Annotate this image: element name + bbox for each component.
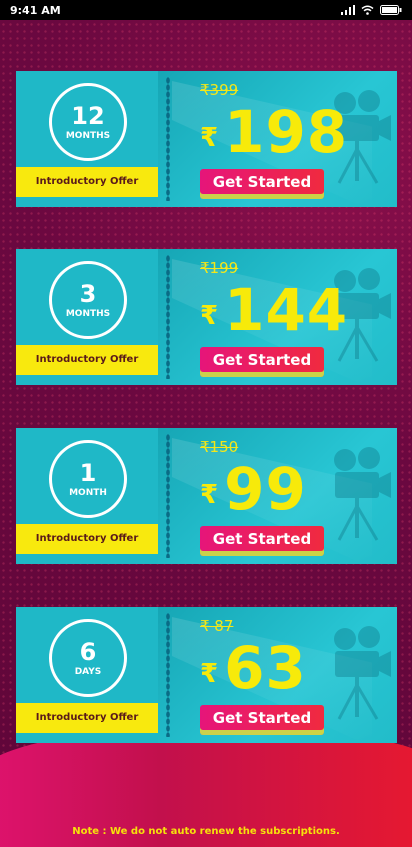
price-value: 99 (224, 455, 307, 523)
duration-number: 1 (79, 458, 97, 487)
original-price: ₹150 (200, 438, 239, 456)
plan-duration-panel: 3 MONTHS Introductory Offer (16, 249, 158, 385)
plan-price-panel: ₹199 ₹ 144 Get Started (158, 249, 397, 385)
duration-unit: DAYS (74, 666, 102, 677)
duration-badge: 12 MONTHS (49, 83, 127, 161)
plan-duration-panel: 12 MONTHS Introductory Offer (16, 71, 158, 207)
duration-badge: 3 MONTHS (49, 261, 127, 339)
price-value: 63 (224, 634, 307, 702)
currency-symbol: ₹ (200, 123, 219, 153)
ticket-perforation (166, 434, 170, 558)
plan-card-3-months[interactable]: 3 MONTHS Introductory Offer ₹199 ₹ 144 G… (16, 249, 397, 385)
plan-price-panel: ₹150 ₹ 99 Get Started (158, 428, 397, 564)
wifi-icon (361, 5, 374, 15)
offer-ribbon: Introductory Offer (16, 703, 158, 733)
offer-ribbon: Introductory Offer (16, 524, 158, 554)
film-camera-icon (334, 447, 391, 541)
status-time: 9:41 AM (10, 3, 61, 17)
get-started-label: Get Started (212, 173, 312, 191)
duration-number: 6 (79, 637, 97, 666)
duration-number: 12 (71, 101, 105, 130)
ticket-perforation (166, 613, 170, 737)
get-started-button[interactable]: Get Started (200, 526, 324, 556)
plan-card-1-month[interactable]: 1 MONTH Introductory Offer ₹150 ₹ 99 Get… (16, 428, 397, 564)
offer-price: ₹ 198 (200, 103, 348, 161)
get-started-label: Get Started (212, 530, 312, 548)
ticket-perforation (166, 255, 170, 379)
get-started-label: Get Started (212, 709, 312, 727)
duration-badge: 6 DAYS (49, 619, 127, 697)
original-price: ₹399 (200, 81, 239, 99)
get-started-button[interactable]: Get Started (200, 169, 324, 199)
get-started-label: Get Started (212, 351, 312, 369)
get-started-button[interactable]: Get Started (200, 347, 324, 377)
get-started-button[interactable]: Get Started (200, 705, 324, 735)
plan-card-6-days[interactable]: 6 DAYS Introductory Offer ₹ 87 ₹ 63 Get … (16, 607, 397, 743)
duration-unit: MONTH (69, 487, 107, 498)
price-value: 198 (224, 98, 349, 166)
plan-price-panel: ₹ 87 ₹ 63 Get Started (158, 607, 397, 743)
original-price: ₹199 (200, 259, 239, 277)
offer-price: ₹ 99 (200, 460, 307, 518)
duration-unit: MONTHS (65, 130, 111, 141)
offer-price: ₹ 63 (200, 639, 307, 697)
auto-renew-note: Note : We do not auto renew the subscrip… (72, 826, 340, 837)
currency-symbol: ₹ (200, 480, 219, 510)
ticket-perforation (166, 77, 170, 201)
offer-price: ₹ 144 (200, 281, 348, 339)
offer-ribbon: Introductory Offer (16, 345, 158, 375)
plan-price-panel: ₹399 ₹ 198 Get Started (158, 71, 397, 207)
price-value: 144 (224, 276, 349, 344)
currency-symbol: ₹ (200, 659, 219, 689)
plan-duration-panel: 1 MONTH Introductory Offer (16, 428, 158, 564)
duration-badge: 1 MONTH (49, 440, 127, 518)
offer-ribbon: Introductory Offer (16, 167, 158, 197)
film-camera-icon (334, 626, 391, 720)
battery-icon (380, 5, 402, 15)
plan-card-12-months[interactable]: 12 MONTHS Introductory Offer ₹399 ₹ 198 … (16, 71, 397, 207)
duration-unit: MONTHS (65, 308, 111, 319)
duration-number: 3 (79, 279, 97, 308)
original-price: ₹ 87 (200, 617, 234, 635)
plan-duration-panel: 6 DAYS Introductory Offer (16, 607, 158, 743)
signal-icon (341, 5, 355, 15)
currency-symbol: ₹ (200, 301, 219, 331)
status-icons (341, 5, 402, 15)
status-bar: 9:41 AM (0, 0, 412, 20)
